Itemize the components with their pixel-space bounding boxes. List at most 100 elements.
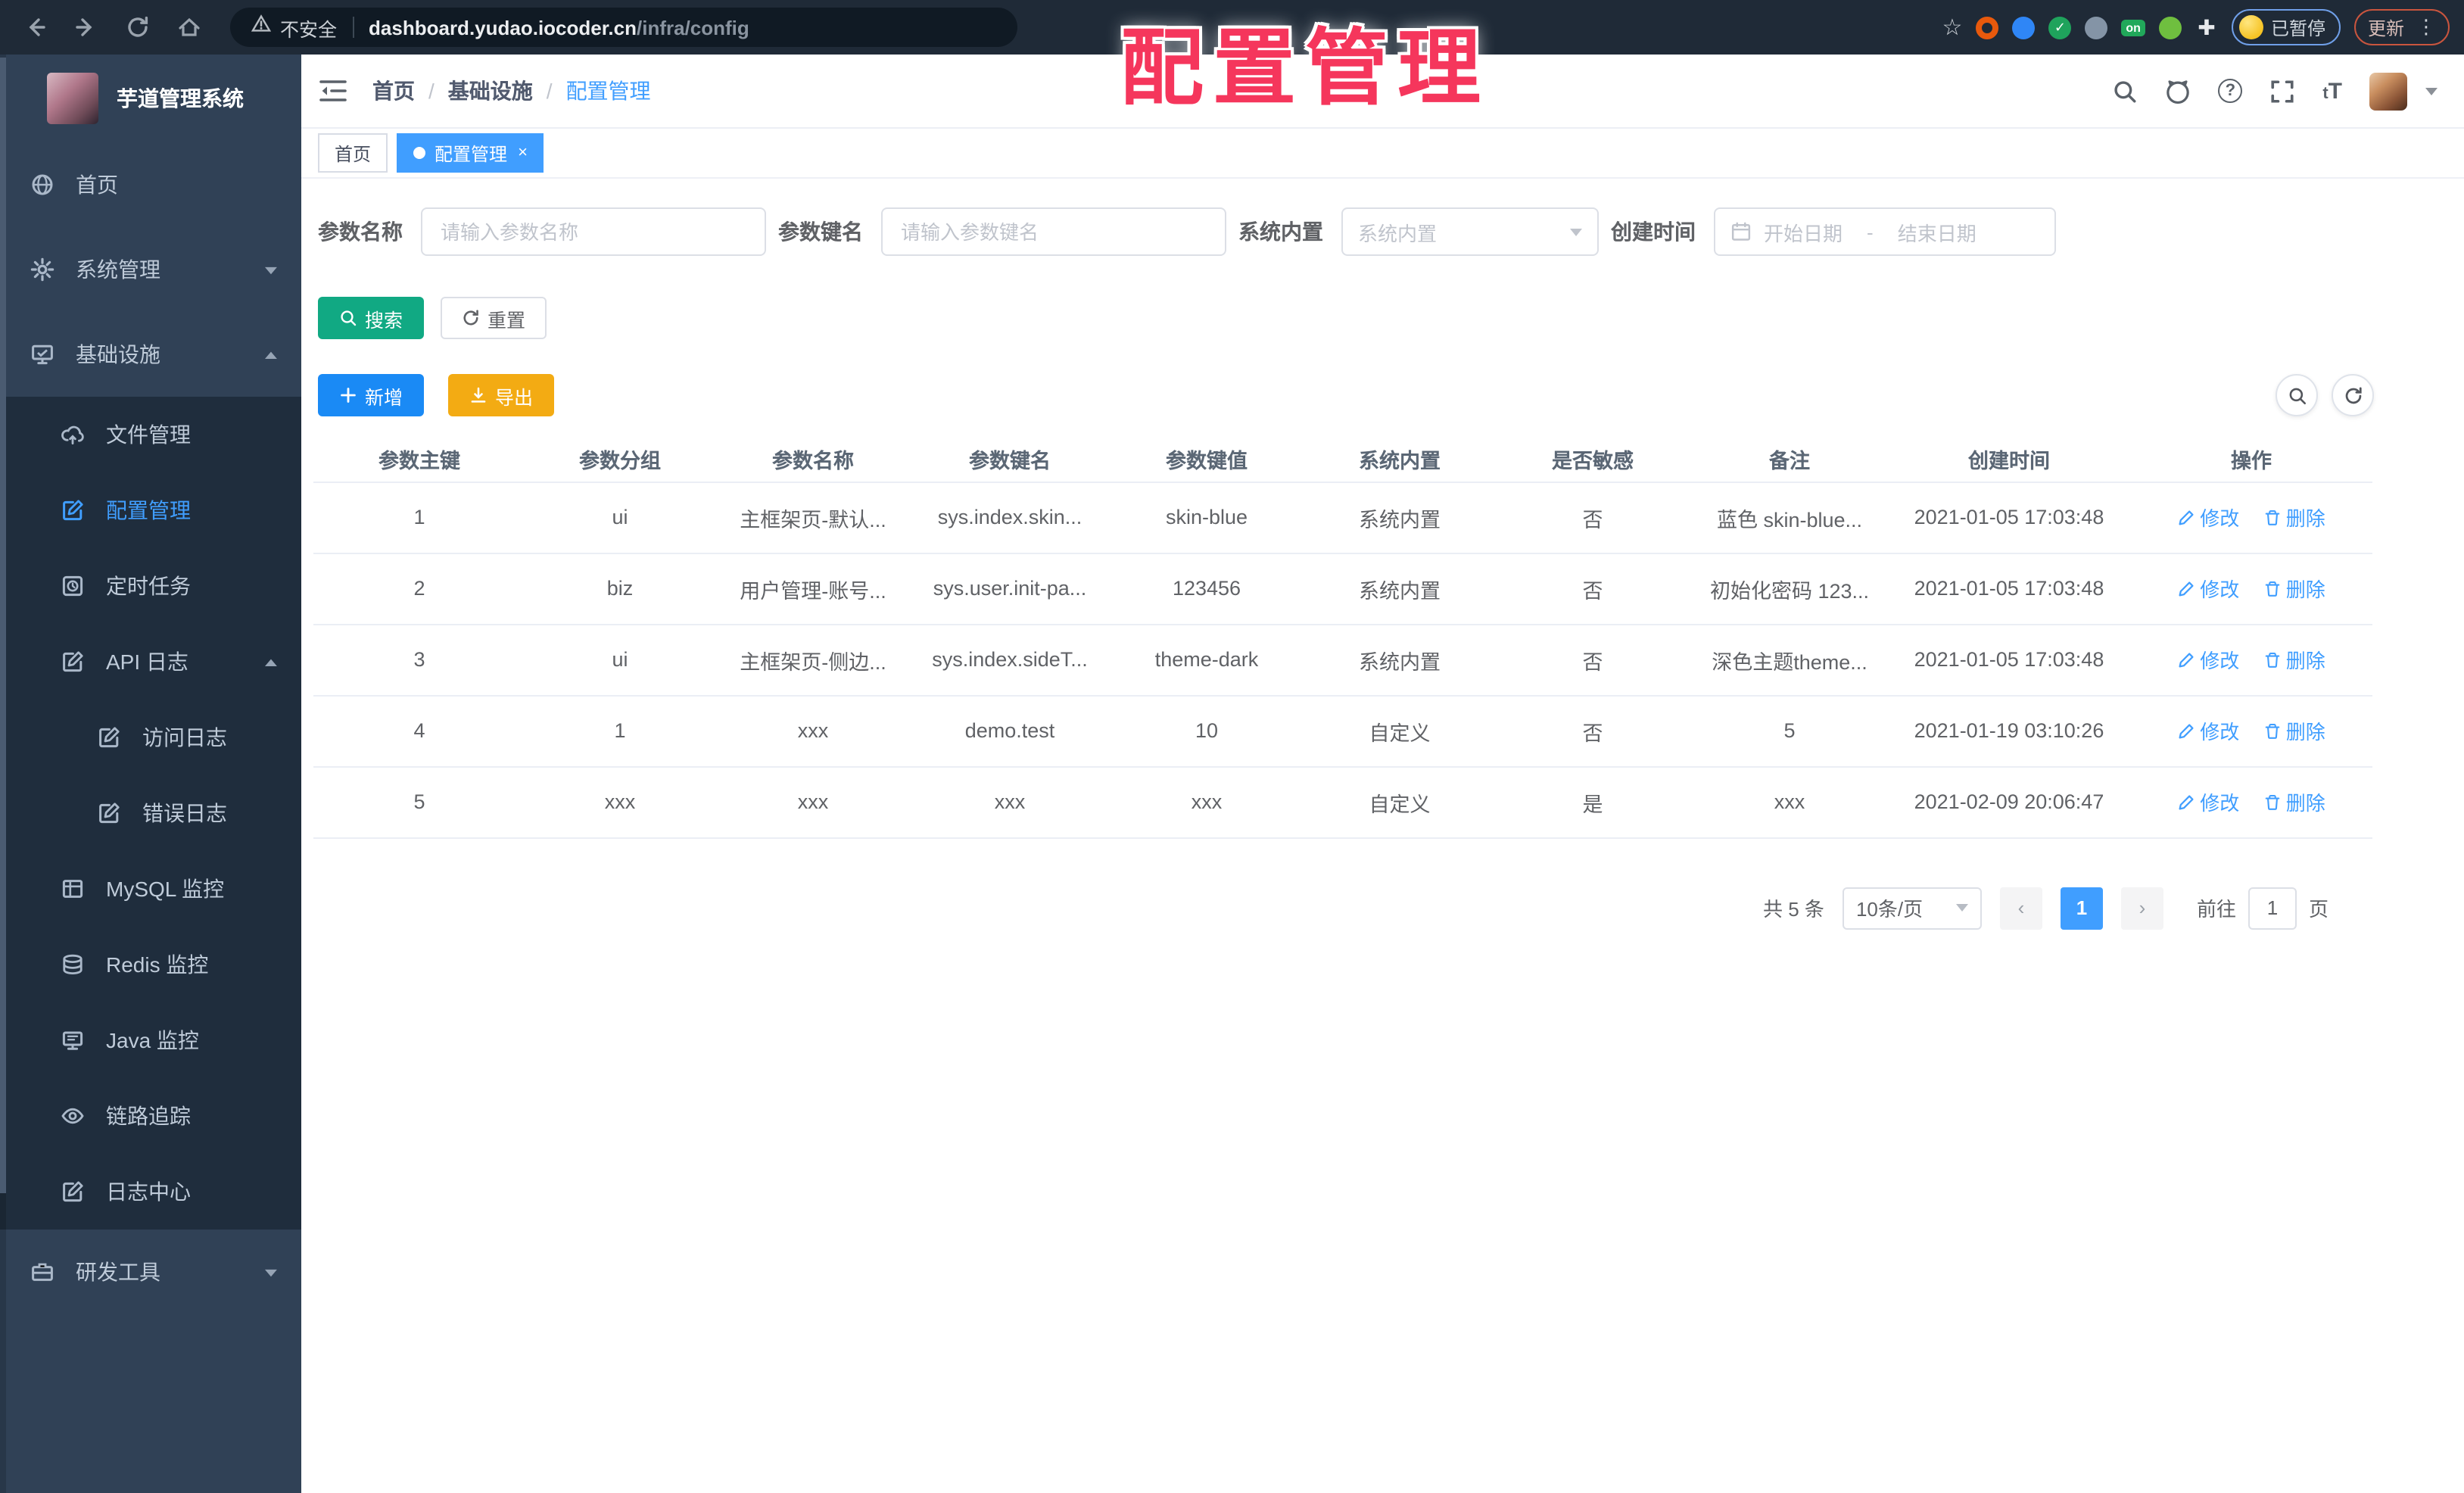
extension-orange-icon[interactable]	[1976, 16, 1999, 39]
page-number-1[interactable]: 1	[2060, 887, 2103, 929]
sidebar-item-label: 链路追踪	[106, 1104, 191, 1128]
button-label: 导出	[495, 387, 534, 408]
tab-config-manage[interactable]: 配置管理 ×	[397, 133, 544, 173]
sidebar-item-file-manage[interactable]: 文件管理	[0, 397, 301, 472]
breadcrumb-home[interactable]: 首页	[372, 76, 415, 106]
cell-builtin: 自定义	[1305, 766, 1494, 838]
table-row[interactable]: 2 biz 用户管理-账号... sys.user.init-pa... 123…	[313, 553, 2372, 625]
browser-menu-icon[interactable]: ⋮	[2416, 15, 2436, 39]
delete-link[interactable]: 删除	[2263, 574, 2325, 603]
page-size-value: 10条/页	[1855, 898, 1924, 921]
table-row[interactable]: 3 ui 主框架页-侧边... sys.index.sideT... theme…	[313, 624, 2372, 696]
sidebar-item-access-log[interactable]: 访问日志	[0, 700, 301, 775]
bookmark-star-icon[interactable]: ☆	[1942, 14, 1962, 41]
cell-group: 1	[525, 695, 715, 767]
cell-id: 2	[313, 553, 525, 625]
paused-extension-badge[interactable]: 已暂停	[2231, 9, 2341, 45]
goto-page-input[interactable]	[2248, 887, 2297, 929]
browser-forward-button[interactable]	[67, 8, 106, 47]
sidebar-collapse-icon[interactable]	[318, 76, 348, 106]
sidebar-item-infra[interactable]: 基础设施 ▲	[0, 312, 301, 397]
page-unit-label: 页	[2308, 898, 2328, 921]
reset-button[interactable]: 重置	[441, 297, 547, 339]
sidebar-item-java-monitor[interactable]: Java 监控	[0, 1002, 301, 1078]
table-row[interactable]: 5 xxx xxx xxx xxx 自定义 是 xxx 2021-02-09 2…	[313, 766, 2372, 838]
sidebar-item-tracing[interactable]: 链路追踪	[0, 1078, 301, 1154]
delete-link[interactable]: 删除	[2263, 503, 2325, 531]
sidebar-item-api-log[interactable]: API 日志 ▲	[0, 624, 301, 700]
sidebar-scrollbar[interactable]	[0, 55, 6, 1493]
cell-created: 2021-01-05 17:03:48	[1888, 482, 2130, 553]
edit-link[interactable]: 修改	[2177, 787, 2239, 816]
table-row[interactable]: 4 1 xxx demo.test 10 自定义 否 5 2021-01-19 …	[313, 695, 2372, 767]
cell-actions: 修改 删除	[2130, 766, 2372, 838]
search-button[interactable]: 搜索	[318, 297, 425, 339]
extension-gray-icon[interactable]	[2085, 16, 2108, 39]
tab-home[interactable]: 首页	[318, 133, 388, 173]
font-size-icon[interactable]: tT	[2322, 78, 2342, 104]
user-avatar[interactable]	[2369, 72, 2407, 110]
edit-link[interactable]: 修改	[2177, 503, 2239, 531]
chevron-down-icon: ▼	[260, 1265, 282, 1279]
prev-page-button[interactable]: ‹	[1999, 887, 2042, 929]
delete-link[interactable]: 删除	[2263, 645, 2325, 674]
sidebar-item-scheduled-jobs[interactable]: 定时任务	[0, 548, 301, 624]
extension-green-icon[interactable]	[2158, 16, 2182, 39]
select-placeholder: 系统内置	[1358, 222, 1438, 245]
filter-key-input[interactable]	[881, 207, 1226, 256]
date-start-placeholder: 开始日期	[1764, 222, 1843, 245]
browser-reload-button[interactable]	[118, 8, 157, 47]
filter-name-input[interactable]	[421, 207, 766, 256]
sidebar-item-home[interactable]: 首页	[0, 142, 301, 227]
sidebar-item-error-log[interactable]: 错误日志	[0, 775, 301, 851]
filter-date-range[interactable]: 开始日期 - 结束日期	[1714, 207, 2056, 256]
filter-builtin-select[interactable]: 系统内置	[1341, 207, 1599, 256]
edit-link[interactable]: 修改	[2177, 645, 2239, 674]
browser-back-button[interactable]	[15, 8, 55, 47]
github-icon[interactable]	[2165, 78, 2191, 104]
help-icon[interactable]: ?	[2218, 79, 2243, 103]
edit-link[interactable]: 修改	[2177, 716, 2239, 745]
breadcrumb-section[interactable]: 基础设施	[448, 76, 533, 106]
delete-link[interactable]: 删除	[2263, 716, 2325, 745]
address-bar[interactable]: 不安全 dashboard.yudao.iocoder.cn /infra/co…	[230, 8, 1017, 47]
page-size-select[interactable]: 10条/页	[1842, 887, 1982, 929]
sidebar-item-label: Redis 监控	[106, 952, 209, 977]
search-icon	[339, 309, 357, 327]
sidebar-item-mysql-monitor[interactable]: MySQL 监控	[0, 851, 301, 927]
cell-remark: 初始化密码 123...	[1691, 553, 1888, 625]
sidebar-item-config-manage[interactable]: 配置管理	[0, 472, 301, 548]
avatar-caret-icon[interactable]	[2425, 87, 2438, 95]
table-row[interactable]: 1 ui 主框架页-默认... sys.index.skin... skin-b…	[313, 482, 2372, 553]
edit-link[interactable]: 修改	[2177, 574, 2239, 603]
sidebar-item-redis-monitor[interactable]: Redis 监控	[0, 927, 301, 1002]
table-header-cell: 参数主键	[313, 436, 525, 482]
add-button[interactable]: 新增	[318, 374, 425, 416]
tag-tab-bar: 首页 配置管理 ×	[301, 129, 2464, 179]
sidebar-submenu: 文件管理 配置管理 定时任务 API 日志 ▲ 访问日志 错误日志 MySQL …	[0, 397, 301, 1230]
export-button[interactable]: 导出	[448, 374, 555, 416]
browser-update-button[interactable]: 更新 ⋮	[2353, 9, 2450, 45]
next-page-button[interactable]: ›	[2120, 887, 2163, 929]
delete-link[interactable]: 删除	[2263, 787, 2325, 816]
extension-pin-icon[interactable]	[2012, 16, 2036, 39]
cell-value: 123456	[1108, 553, 1305, 625]
search-icon[interactable]	[2112, 78, 2138, 104]
sidebar-item-system[interactable]: 系统管理 ▼	[0, 227, 301, 312]
sidebar-item-log-center[interactable]: 日志中心	[0, 1154, 301, 1230]
app-logo-row[interactable]: 芋道管理系统	[0, 55, 301, 142]
refresh-table-button[interactable]	[2332, 374, 2374, 416]
toggle-search-button[interactable]	[2276, 374, 2318, 416]
cell-value: skin-blue	[1108, 482, 1305, 553]
cell-remark: 5	[1691, 695, 1888, 767]
table-header-row: 参数主键 参数分组 参数名称 参数键名 参数键值 系统内置 是否敏感 备注 创建时间 操作	[313, 436, 2372, 482]
security-label[interactable]: 不安全	[280, 13, 337, 42]
extension-on-badge[interactable]: on	[2121, 19, 2145, 36]
extensions-puzzle-icon[interactable]: ✚	[2195, 14, 2218, 39]
fullscreen-icon[interactable]	[2269, 78, 2295, 104]
sidebar-item-dev-tools[interactable]: 研发工具 ▼	[0, 1230, 301, 1314]
browser-home-button[interactable]	[170, 8, 209, 47]
cell-key: sys.index.skin...	[911, 482, 1108, 553]
tab-close-icon[interactable]: ×	[518, 144, 528, 162]
extension-check-icon[interactable]: ✓	[2048, 16, 2072, 39]
